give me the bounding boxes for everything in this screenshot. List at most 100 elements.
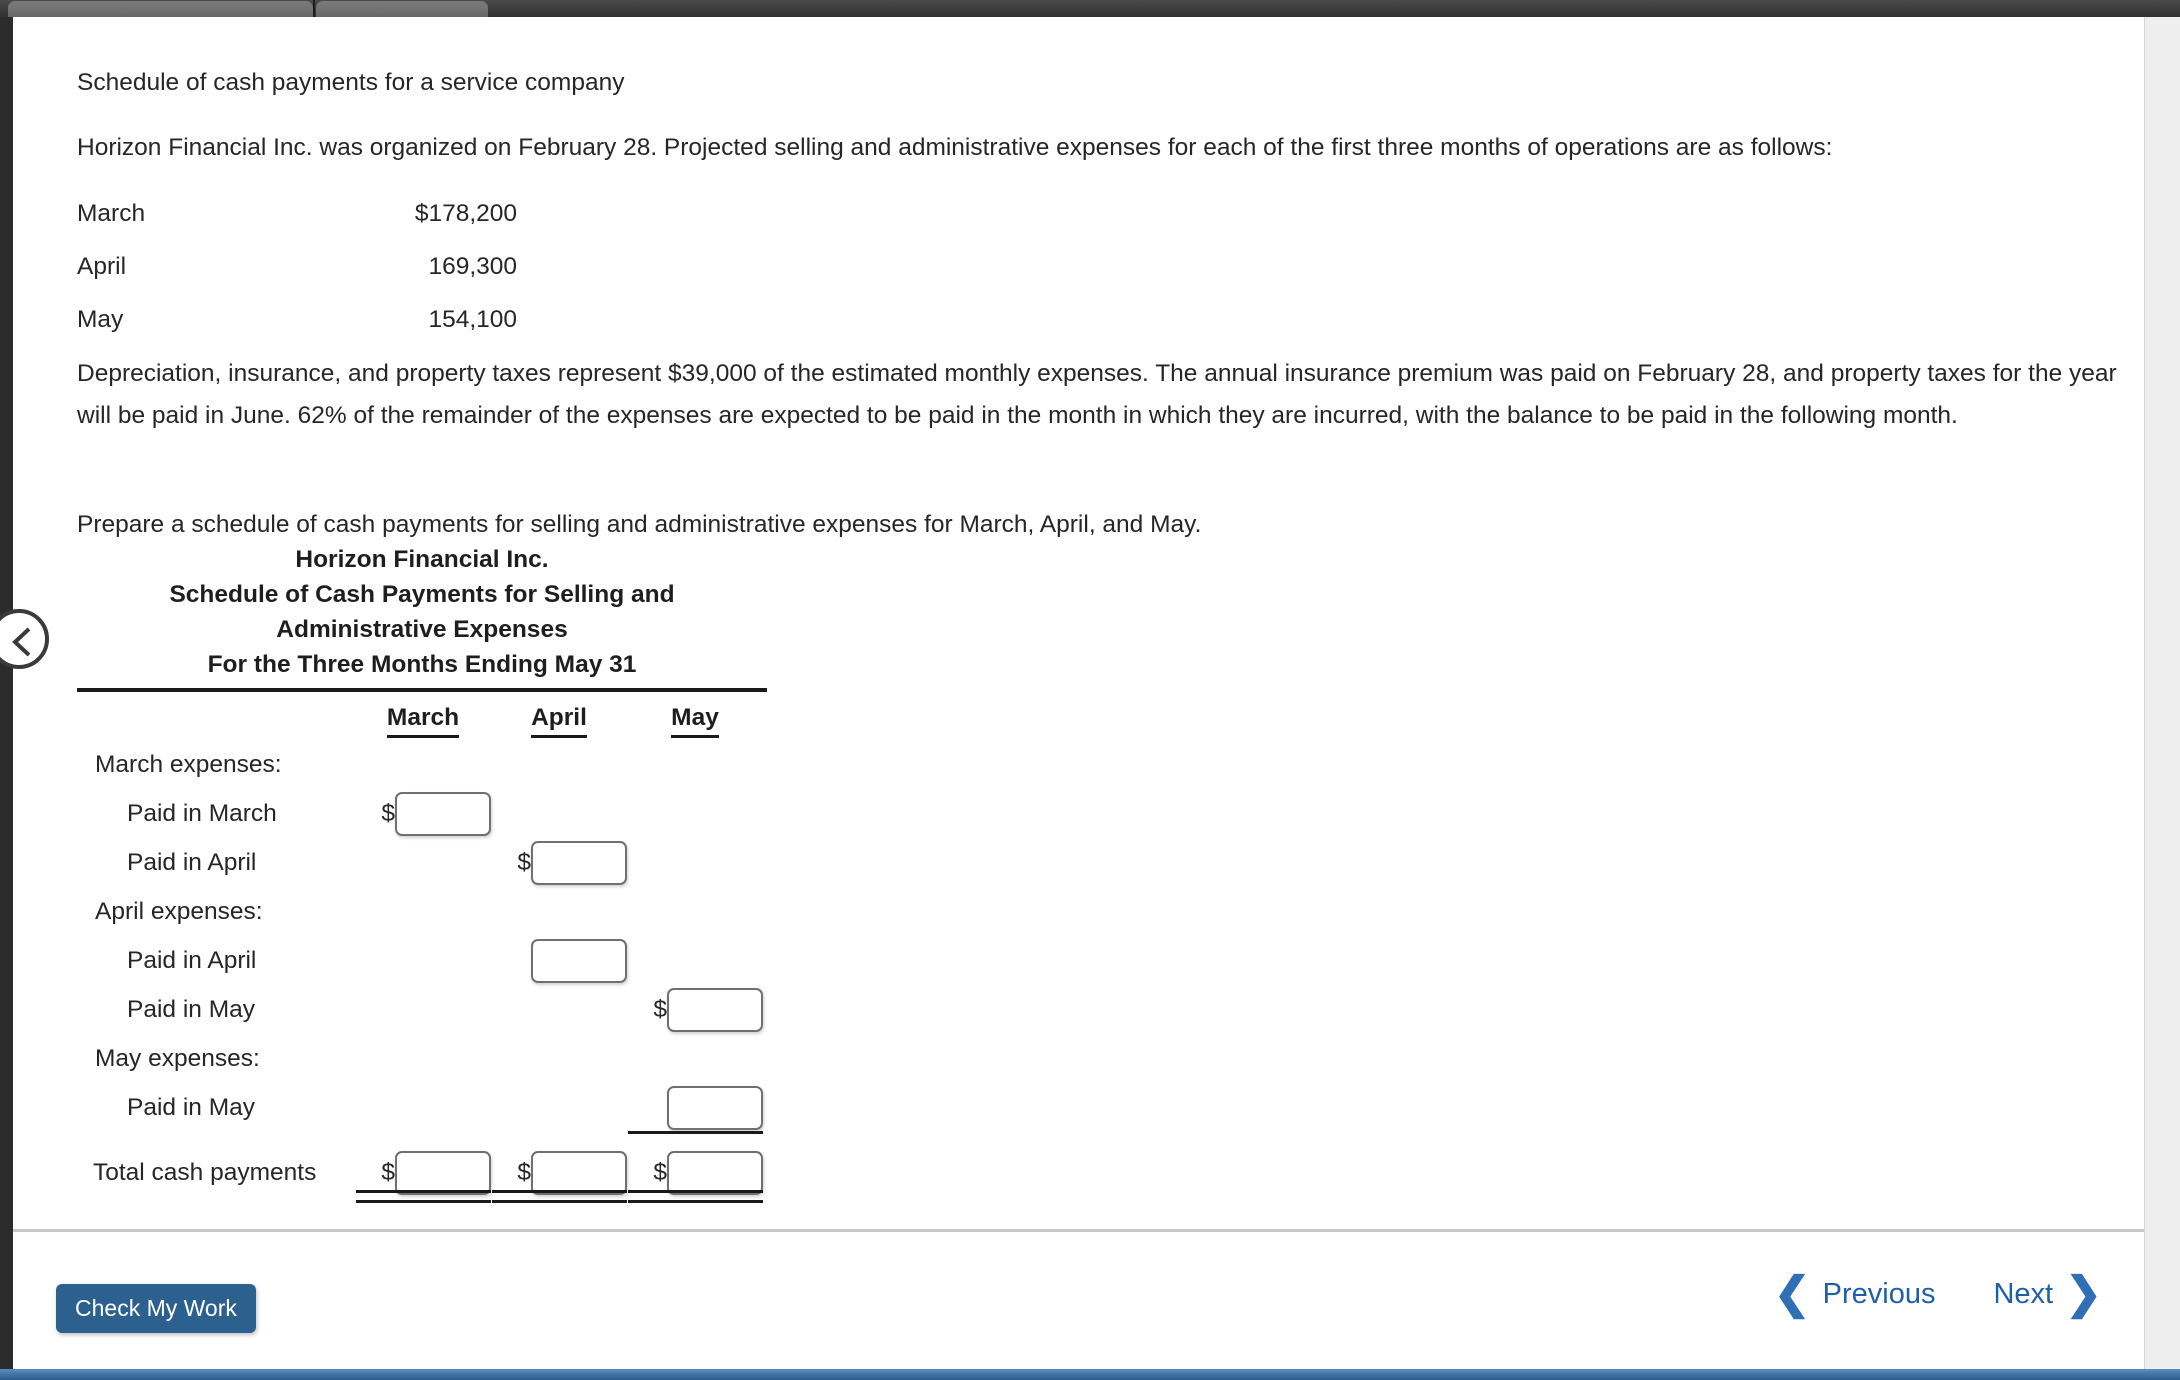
cell-march [355, 887, 491, 936]
currency-symbol: $ [381, 1158, 395, 1186]
table-row: May expenses: [77, 1034, 777, 1083]
input-total-april[interactable] [531, 1150, 627, 1195]
currency-symbol: $ [653, 995, 667, 1023]
cell-may [627, 936, 763, 985]
question-footer: Check My Work ❮ Previous Next ❯ [13, 1229, 2144, 1369]
expense-amount: 169,300 [428, 252, 517, 280]
chevron-right-icon: ❯ [2065, 1269, 2102, 1318]
expense-month: April [77, 252, 127, 280]
cell-may [627, 838, 763, 887]
currency-symbol: $ [517, 1158, 531, 1186]
input-april-march-expenses-paid-in-april[interactable] [531, 840, 627, 885]
cell-april: $ [491, 1148, 627, 1203]
row-label: Total cash payments [93, 1158, 317, 1186]
input-april-april-expenses-paid-in-april[interactable] [531, 938, 627, 983]
window-left-edge [0, 17, 13, 1380]
instruction-paragraph: Prepare a schedule of cash payments for … [77, 511, 1202, 538]
cell-march [355, 1034, 491, 1083]
cell-march: $ [355, 1148, 491, 1203]
row-label: Paid in May [127, 995, 256, 1023]
cell-march [355, 1083, 491, 1132]
next-button[interactable]: Next ❯ [1993, 1269, 2102, 1318]
cell-march [355, 936, 491, 985]
cell-may [627, 740, 763, 789]
cell-april [491, 936, 627, 985]
table-row: Paid in April $ [77, 838, 777, 887]
cell-april [491, 789, 627, 838]
cell-april [491, 887, 627, 936]
browser-tab-strip [0, 0, 2180, 17]
table-row: March expenses: [77, 740, 777, 789]
check-my-work-button[interactable]: Check My Work [56, 1284, 256, 1333]
intro-paragraph: Horizon Financial Inc. was organized on … [77, 134, 1833, 161]
input-total-march[interactable] [395, 1150, 491, 1195]
cell-april [491, 1083, 627, 1132]
cell-april [491, 985, 627, 1034]
column-header-march: March [355, 704, 491, 738]
currency-symbol: $ [381, 799, 395, 827]
previous-button[interactable]: ❮ Previous [1773, 1269, 1936, 1318]
question-scroll-area[interactable]: Schedule of cash payments for a service … [0, 17, 2157, 1380]
row-label: May expenses: [95, 1044, 260, 1072]
schedule-title-line-2: Schedule of Cash Payments for Selling an… [169, 581, 675, 608]
cell-april: $ [491, 838, 627, 887]
input-total-may[interactable] [667, 1150, 763, 1195]
cell-may: $ [627, 985, 763, 1034]
currency-symbol: $ [653, 1158, 667, 1186]
cell-march [355, 838, 491, 887]
row-label: March expenses: [95, 750, 282, 778]
previous-label: Previous [1822, 1277, 1936, 1310]
details-paragraph: Depreciation, insurance, and property ta… [77, 360, 2117, 429]
column-header-may-label: May [671, 704, 719, 738]
browser-tab-2[interactable] [316, 1, 488, 17]
input-may-april-expenses-paid-in-may[interactable] [667, 987, 763, 1032]
expense-amount: 154,100 [428, 305, 517, 333]
list-item: April 169,300 [77, 240, 517, 293]
expense-month: May [77, 305, 124, 333]
schedule-title-line-3: Administrative Expenses [276, 616, 568, 643]
cell-may [627, 887, 763, 936]
list-item: March $178,200 [77, 187, 517, 240]
question-body: Schedule of cash payments for a service … [0, 17, 2144, 1229]
projected-expenses-list: March $178,200 April 169,300 May 154,100 [77, 187, 517, 346]
schedule-title-line-1: Horizon Financial Inc. [295, 546, 549, 573]
column-header-may: May [627, 704, 763, 738]
list-item: May 154,100 [77, 293, 517, 346]
cell-april [491, 1034, 627, 1083]
cell-may [627, 1083, 763, 1134]
input-march-paid-in-march[interactable] [395, 791, 491, 836]
chevron-left-icon [12, 627, 31, 657]
table-row: April expenses: [77, 887, 777, 936]
vertical-scrollbar[interactable] [2144, 17, 2180, 1380]
tab-divider [313, 0, 315, 17]
column-header-april-label: April [531, 704, 587, 738]
browser-window: Schedule of cash payments for a service … [0, 17, 2180, 1380]
column-header-row: March April May [77, 692, 777, 740]
schedule-title-line-4: For the Three Months Ending May 31 [207, 651, 637, 678]
browser-tab-1[interactable] [8, 1, 313, 17]
bottom-status-bar [0, 1369, 2180, 1380]
table-row: Paid in May $ [77, 985, 777, 1034]
row-label: Paid in March [127, 799, 277, 827]
table-row: Paid in May [77, 1083, 777, 1134]
cash-payments-schedule: Horizon Financial Inc. Schedule of Cash … [77, 542, 777, 1203]
chevron-left-icon: ❮ [1773, 1269, 1811, 1318]
cell-march [355, 985, 491, 1034]
table-row: Paid in April [77, 936, 777, 985]
next-label: Next [1993, 1277, 2054, 1310]
cell-march: $ [355, 789, 491, 838]
cell-march [355, 740, 491, 789]
pager-nav: ❮ Previous Next ❯ [1773, 1269, 2102, 1318]
expense-amount: $178,200 [414, 199, 517, 227]
schedule-title: Horizon Financial Inc. Schedule of Cash … [77, 542, 767, 682]
input-may-may-expenses-paid-in-may[interactable] [667, 1085, 763, 1130]
collapse-panel-button[interactable] [0, 609, 49, 669]
row-label: Paid in May [127, 1093, 256, 1121]
currency-symbol: $ [517, 848, 531, 876]
column-header-april: April [491, 704, 627, 738]
cell-may: $ [627, 1148, 763, 1203]
column-header-march-label: March [386, 704, 460, 738]
row-label: April expenses: [95, 897, 263, 925]
row-label: Paid in April [127, 848, 257, 876]
page-title: Schedule of cash payments for a service … [77, 69, 625, 96]
